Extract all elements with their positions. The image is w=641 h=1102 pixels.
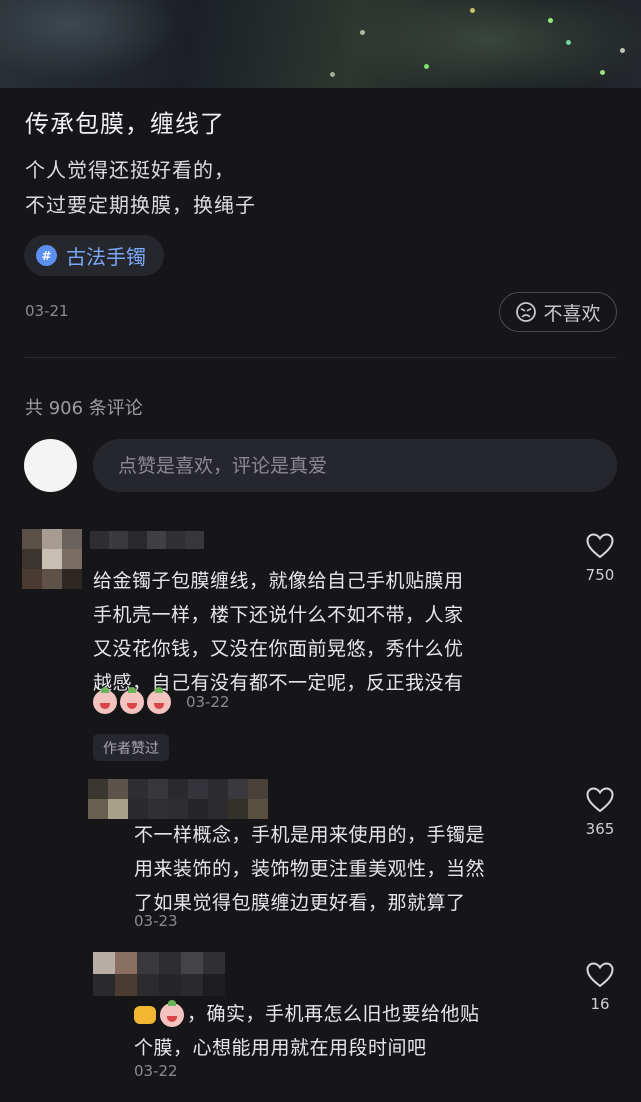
image-highlight (330, 0, 641, 88)
like-count: 16 (590, 995, 610, 1013)
comment-input[interactable] (93, 439, 617, 492)
dislike-face-icon (516, 302, 537, 322)
laughing-emoji-icon (93, 687, 117, 714)
reply-date: 03-23 (134, 912, 178, 930)
like-button[interactable]: 365 (575, 786, 625, 838)
reply-text: 不一样概念，手机是用来使用的，手镯是 用来装饰的，装饰物更注重美观性，当然 了如… (134, 824, 486, 914)
post-title: 传承包膜，缠线了 (25, 110, 225, 138)
sparkle (360, 30, 365, 35)
username[interactable] (90, 531, 204, 549)
sparkle (424, 64, 429, 69)
like-button[interactable]: 750 (575, 532, 625, 584)
heart-icon (586, 962, 614, 988)
topic-tag[interactable]: # 古法手镯 (24, 235, 164, 276)
post-image[interactable] (0, 0, 641, 88)
dislike-label: 不喜欢 (543, 302, 601, 325)
sparkle (548, 18, 553, 23)
reply-avatar-username[interactable] (88, 779, 268, 819)
current-user-avatar (24, 439, 77, 492)
comment-date: 03-22 (186, 693, 230, 711)
post-body-line: 个人觉得还挺好看的， (25, 158, 235, 182)
reply-text: ，确实，手机再怎么旧也要给他贴 个膜，心想能用用就在用段时间吧 (134, 999, 480, 1059)
comment-meta: 03-22 (93, 687, 230, 714)
laughing-emoji-icon (120, 687, 144, 714)
sparkle (620, 48, 625, 53)
laughing-emoji-icon (147, 687, 171, 714)
comment-count: 共 906 条评论 (25, 398, 143, 419)
post-date: 03-21 (25, 302, 69, 320)
topic-tag-label: 古法手镯 (66, 245, 146, 269)
reply-avatar-username[interactable] (93, 952, 225, 996)
post-detail-page: 传承包膜，缠线了 个人觉得还挺好看的， 不过要定期换膜，换绳子 # 古法手镯 0… (0, 0, 641, 1102)
image-shadow (0, 0, 180, 80)
hashtag-icon: # (36, 245, 57, 266)
post-body: 个人觉得还挺好看的， 不过要定期换膜，换绳子 (25, 153, 256, 223)
sparkle (470, 8, 475, 13)
sparkle (566, 40, 571, 45)
post-body-line: 不过要定期换膜，换绳子 (25, 193, 256, 217)
heart-icon (586, 787, 614, 813)
divider (25, 357, 617, 358)
like-count: 365 (585, 820, 615, 838)
author-liked-badge: 作者赞过 (93, 734, 169, 761)
like-button[interactable]: 16 (575, 961, 625, 1013)
laughing-emoji-icon (160, 999, 184, 1027)
reply-date: 03-22 (134, 1062, 178, 1080)
sparkle (330, 72, 335, 77)
comment-text: 给金镯子包膜缠线，就像给自己手机贴膜用 手机壳一样，楼下还说什么不如不带，人家 … (93, 570, 464, 694)
dislike-button[interactable]: 不喜欢 (499, 292, 617, 332)
sparkle (600, 70, 605, 75)
fist-emoji-icon (134, 1005, 156, 1024)
like-count: 750 (585, 566, 615, 584)
heart-icon (586, 533, 614, 559)
avatar[interactable] (22, 529, 82, 589)
